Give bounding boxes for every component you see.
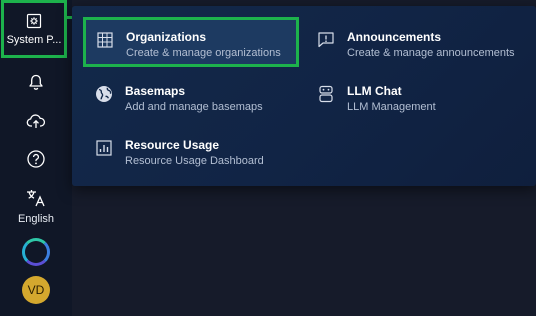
language-label: English — [17, 212, 55, 225]
user-menu-button[interactable]: VD — [0, 275, 72, 305]
language-button[interactable]: English — [0, 183, 72, 229]
menu-item-title: LLM Chat — [347, 84, 402, 98]
help-icon — [26, 149, 46, 169]
bot-icon — [316, 84, 336, 104]
menu-item-organizations[interactable]: Organizations Create & manage organizati… — [83, 17, 299, 67]
menu-item-llm-chat[interactable]: LLM Chat LLM Management — [316, 83, 436, 115]
help-button[interactable] — [0, 145, 72, 173]
system-panel-label: System P... — [6, 33, 62, 46]
loading-indicator — [0, 238, 72, 266]
menu-item-basemaps[interactable]: Basemaps Add and manage basemaps — [94, 83, 263, 115]
menu-item-title: Announcements — [347, 30, 442, 44]
menu-item-description: Resource Usage Dashboard — [125, 155, 264, 167]
loading-icon — [22, 238, 50, 266]
menu-item-announcements[interactable]: Announcements Create & manage announceme… — [316, 29, 515, 61]
menu-item-description: LLM Management — [347, 101, 436, 113]
system-panel-menu: Organizations Create & manage organizati… — [72, 6, 536, 186]
menu-item-description: Create & manage organizations — [126, 47, 281, 59]
upload-button[interactable] — [0, 107, 72, 135]
menu-item-title: Basemaps — [125, 84, 186, 98]
table-icon — [95, 30, 115, 50]
settings-icon — [26, 13, 42, 29]
translate-icon — [25, 188, 47, 208]
chart-icon — [94, 138, 114, 158]
menu-item-resource-usage[interactable]: Resource Usage Resource Usage Dashboard — [94, 137, 264, 169]
menu-item-description: Add and manage basemaps — [125, 101, 263, 113]
globe-icon — [94, 84, 114, 104]
system-panel-button[interactable]: System P... — [1, 0, 67, 58]
menu-item-title: Organizations — [126, 30, 207, 44]
menu-item-title: Resource Usage — [125, 138, 220, 152]
notifications-button[interactable] — [0, 68, 72, 96]
sidebar: System P... English VD — [0, 0, 72, 316]
avatar: VD — [22, 276, 50, 304]
bell-icon — [27, 73, 45, 91]
announcement-icon — [316, 30, 336, 50]
menu-item-description: Create & manage announcements — [347, 47, 515, 59]
cloud-upload-icon — [26, 112, 46, 130]
